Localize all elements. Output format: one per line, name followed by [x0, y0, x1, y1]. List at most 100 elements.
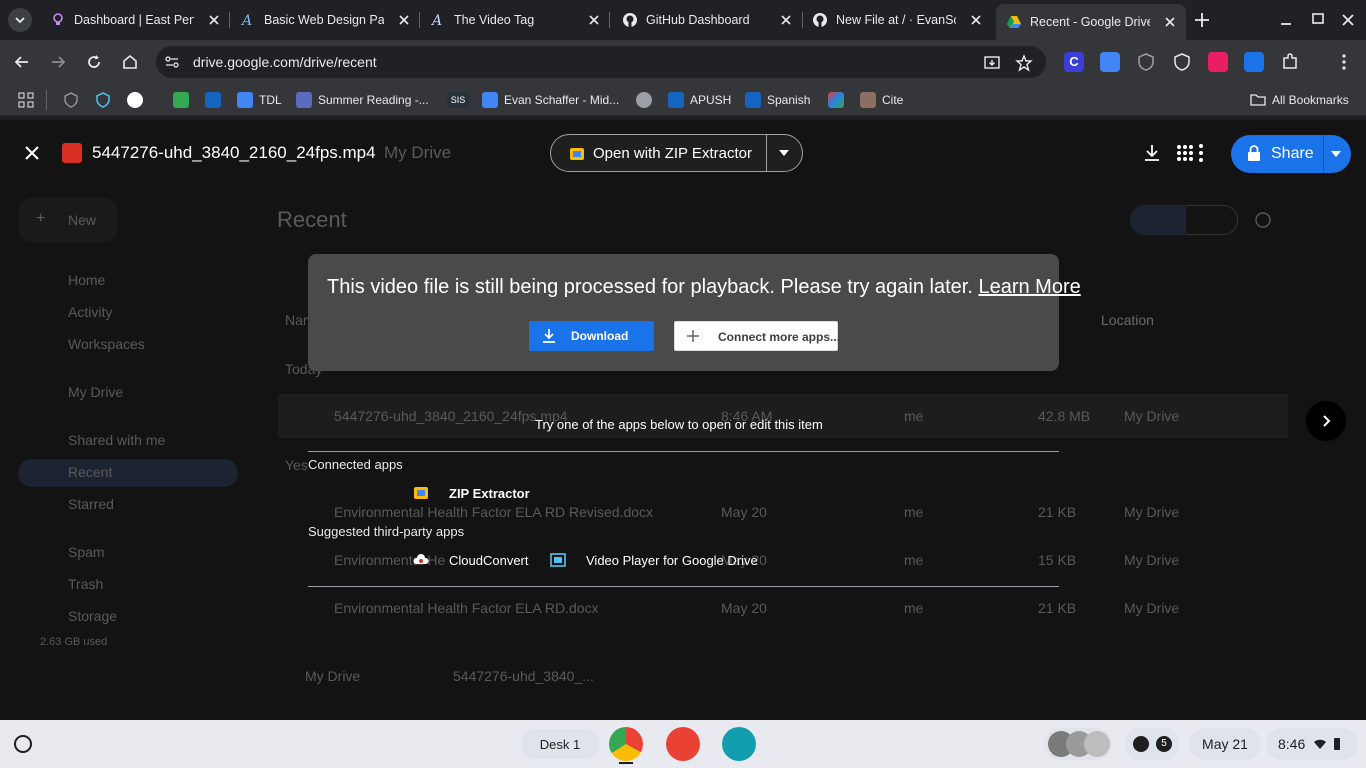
bookmark-star-icon[interactable]	[1015, 54, 1033, 72]
extension-colorful-icon[interactable]	[1100, 52, 1120, 72]
tab-video-tag[interactable]: A The Video Tag	[420, 6, 610, 34]
bookmark-p[interactable]	[205, 91, 227, 109]
desk-button[interactable]: Desk 1	[521, 729, 599, 759]
apps-grid-icon[interactable]	[18, 92, 34, 108]
sidebar-item-spam[interactable]: Spam	[68, 544, 105, 560]
sidebar-item-starred[interactable]: Starred	[68, 496, 114, 512]
caret-down-icon[interactable]	[777, 147, 791, 159]
try-apps-text: Try one of the apps below to open or edi…	[535, 417, 823, 432]
bookmark-label: APUSH	[690, 93, 732, 107]
sidebar-item-my-drive[interactable]: My Drive	[68, 384, 123, 400]
bookmark-apush[interactable]: APUSH	[668, 91, 731, 109]
bookmark-cite[interactable]: Cite	[860, 91, 903, 109]
site-info-icon[interactable]	[164, 54, 180, 70]
close-icon[interactable]	[586, 12, 602, 28]
shield-icon[interactable]	[95, 92, 111, 108]
info-icon[interactable]	[1254, 211, 1272, 229]
bookmark-summer-reading[interactable]: Summer Reading -...	[296, 91, 429, 109]
tab-github-dashboard[interactable]: GitHub Dashboard	[612, 6, 802, 34]
chrome-icon[interactable]	[609, 727, 643, 761]
sidebar-item-shared[interactable]: Shared with me	[68, 432, 165, 448]
file-location: My Drive	[1124, 552, 1180, 568]
chevron-right-icon	[1323, 415, 1331, 427]
tab-google-drive[interactable]: Recent - Google Drive	[996, 4, 1186, 40]
share-label: Share	[1271, 145, 1314, 162]
new-tab-icon[interactable]	[1192, 10, 1212, 30]
app-cloudconvert[interactable]: CloudConvert	[413, 552, 529, 568]
footer-path-root[interactable]: My Drive	[305, 668, 360, 684]
bookmark-sis[interactable]: SIS	[447, 91, 475, 109]
next-file-button[interactable]	[1306, 401, 1346, 441]
app-video-player[interactable]: Video Player for Google Drive	[550, 552, 758, 568]
bookmark-tdl[interactable]: TDL	[237, 91, 282, 109]
sidebar-item-recent[interactable]: Recent	[68, 464, 112, 480]
maximize-icon[interactable]	[1308, 10, 1328, 30]
share-button[interactable]: Share	[1231, 135, 1351, 173]
tab-new-file[interactable]: New File at / · EvanSch	[802, 6, 992, 34]
bookmark-globe[interactable]	[636, 91, 658, 109]
classroom-app-icon[interactable]	[722, 727, 756, 761]
caret-down-icon[interactable]	[1329, 148, 1343, 160]
sidebar-item-activity[interactable]: Activity	[68, 304, 112, 320]
close-icon[interactable]	[1162, 14, 1178, 30]
more-vert-icon[interactable]	[1190, 142, 1212, 164]
open-with-button[interactable]: Open with ZIP Extractor	[550, 134, 803, 172]
list-view-button[interactable]	[1130, 205, 1186, 235]
shield-icon[interactable]	[1136, 52, 1156, 72]
open-with-label: Open with ZIP Extractor	[593, 145, 752, 162]
tab-title: GitHub Dashboard	[646, 13, 750, 27]
bookmark-pencils[interactable]	[828, 91, 850, 109]
notification-tray[interactable]: 5	[1124, 728, 1180, 760]
download-icon[interactable]	[1141, 142, 1163, 164]
canvas-app-icon[interactable]	[666, 727, 700, 761]
bookmark-spanish[interactable]: Spanish	[745, 91, 810, 109]
tab-basic-web-design[interactable]: A Basic Web Design Part	[230, 6, 420, 34]
all-bookmarks[interactable]: All Bookmarks	[1250, 91, 1349, 109]
extension-c-icon[interactable]: C	[1064, 52, 1084, 72]
extensions-puzzle-icon[interactable]	[1280, 52, 1300, 72]
shield-icon[interactable]	[63, 92, 79, 108]
bookmark-google[interactable]	[127, 91, 149, 109]
close-icon[interactable]	[778, 12, 794, 28]
extension-screencast-icon[interactable]	[1208, 52, 1228, 72]
window-close-icon[interactable]	[1338, 10, 1358, 30]
date-display[interactable]: May 21	[1189, 728, 1261, 760]
shield-icon[interactable]	[1172, 52, 1192, 72]
app-name: CloudConvert	[449, 552, 529, 568]
column-location[interactable]: Location	[1101, 312, 1154, 328]
forward-icon[interactable]	[48, 52, 68, 72]
paypal-icon	[668, 92, 684, 108]
paypal-icon	[745, 92, 761, 108]
sidebar-item-home[interactable]: Home	[68, 272, 105, 288]
download-button[interactable]: Download	[529, 321, 654, 351]
tab-dashboard[interactable]: Dashboard | East Penn	[40, 6, 230, 34]
learn-more-link[interactable]: Learn More	[978, 276, 1080, 298]
file-size: 15 KB	[1038, 552, 1077, 568]
sidebar-item-storage[interactable]: Storage	[68, 608, 117, 624]
extension-w-icon[interactable]	[1244, 52, 1264, 72]
file-size: 42.8 MB	[1038, 408, 1091, 424]
close-viewer-icon[interactable]	[22, 143, 42, 163]
bookmark-green-app[interactable]	[173, 91, 195, 109]
github-icon	[812, 12, 828, 28]
install-app-icon[interactable]	[983, 54, 1001, 72]
close-icon[interactable]	[206, 12, 222, 28]
back-icon[interactable]	[12, 52, 32, 72]
close-icon[interactable]	[396, 12, 412, 28]
footer-path-file[interactable]: 5447276-uhd_3840_...	[453, 668, 594, 684]
download-label: Download	[571, 329, 629, 343]
sidebar-item-trash[interactable]: Trash	[68, 576, 103, 592]
home-icon[interactable]	[120, 52, 140, 72]
close-icon[interactable]	[968, 12, 984, 28]
sidebar-item-workspaces[interactable]: Workspaces	[68, 336, 145, 352]
reload-icon[interactable]	[84, 52, 104, 72]
minimize-icon[interactable]	[1276, 10, 1296, 30]
launcher-icon[interactable]	[14, 735, 32, 753]
connect-more-apps-button[interactable]: Connect more apps...	[674, 321, 840, 351]
bookmark-evan-schaffer[interactable]: Evan Schaffer - Mid...	[482, 91, 619, 109]
status-area[interactable]: 8:46	[1266, 728, 1358, 760]
avatar-stack[interactable]	[1044, 728, 1112, 760]
app-zip-extractor[interactable]: ZIP Extractor	[413, 485, 530, 501]
more-menu-icon[interactable]	[1334, 52, 1354, 72]
tab-search-button[interactable]	[8, 8, 32, 32]
